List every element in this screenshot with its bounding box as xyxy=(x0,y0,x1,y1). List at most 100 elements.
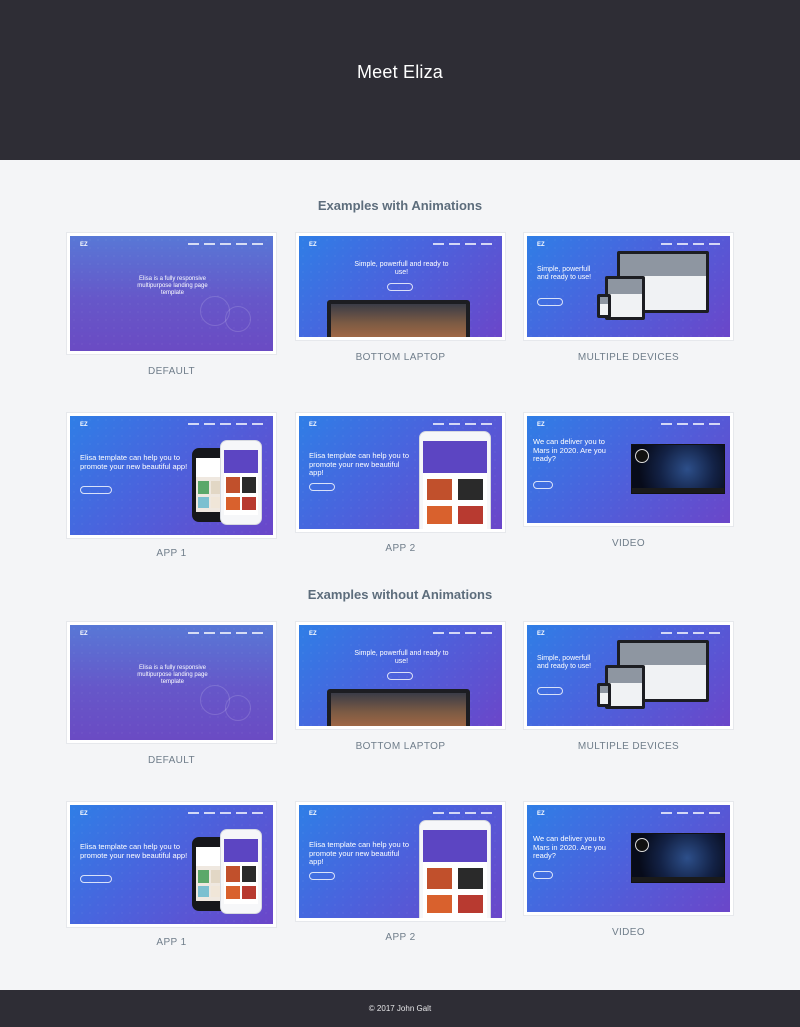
thumbnail-cta xyxy=(537,298,563,306)
example-card-video-static[interactable]: EZ We can deliver you to Mars in 2020. A… xyxy=(524,802,733,940)
laptop-graphic xyxy=(327,300,470,337)
thumbnail-cta xyxy=(309,483,335,491)
thumbnail-nav xyxy=(433,632,492,634)
logo: EZ xyxy=(80,242,88,248)
thumbnail-app1: EZ Elisa template can help you to promot… xyxy=(70,416,273,535)
thumbnail-headline: Elisa template can help you to promote y… xyxy=(80,453,188,471)
logo: EZ xyxy=(80,631,88,637)
example-card-bottom-laptop-animated[interactable]: EZ Simple, powerfull and ready to use! B… xyxy=(296,233,505,365)
thumbnail-nav xyxy=(433,243,492,245)
thumbnail-cta xyxy=(80,875,112,883)
hero-banner: Meet Eliza xyxy=(0,0,800,160)
section-title-no-animations: Examples without Animations xyxy=(307,587,493,602)
thumbnail-bottom-laptop: EZ Simple, powerfull and ready to use! xyxy=(299,625,502,726)
thumbnail-headline: Elisa template can help you to promote y… xyxy=(80,842,188,860)
thumbnail-frame: EZ Simple, powerfull and ready to use! xyxy=(296,622,505,729)
phone-graphic xyxy=(419,431,491,529)
thumbnail-nav xyxy=(188,423,263,425)
thumbnail-headline: Elisa is a fully responsive multipurpose… xyxy=(137,665,208,685)
thumbnail-frame: EZ We can deliver you to Mars in 2020. A… xyxy=(524,413,733,526)
thumbnail-headline: Simple, powerfull and ready to use! xyxy=(537,655,592,670)
tablet-graphic xyxy=(605,665,645,709)
thumbnail-frame: EZ We can deliver you to Mars in 2020. A… xyxy=(524,802,733,915)
phone-graphic xyxy=(220,440,262,525)
thumbnail-nav xyxy=(188,632,263,634)
thumbnail-cta xyxy=(309,872,335,880)
section-title-animations: Examples with Animations xyxy=(317,198,483,213)
logo: EZ xyxy=(537,631,545,637)
thumbnail-cta xyxy=(387,283,413,291)
thumbnail-frame: EZ Elisa is a fully responsive multipurp… xyxy=(67,233,276,354)
thumbnail-headline: Simple, powerfull and ready to use! xyxy=(537,266,592,281)
thumbnail-headline: Simple, powerfull and ready to use! xyxy=(354,261,449,276)
thumbnail-nav xyxy=(188,812,263,814)
example-card-default-static[interactable]: EZ Elisa is a fully responsive multipurp… xyxy=(67,622,276,767)
card-caption: BOTTOM LAPTOP xyxy=(355,741,446,752)
card-caption: APP 2 xyxy=(385,543,416,554)
thumbnail-app2: EZ Elisa template can help you to promot… xyxy=(299,416,502,529)
thumbnail-default: EZ Elisa is a fully responsive multipurp… xyxy=(70,625,273,740)
thumbnail-cta xyxy=(80,486,112,494)
thumbnail-cta xyxy=(533,481,553,489)
card-caption: APP 2 xyxy=(385,932,416,943)
card-caption: MULTIPLE DEVICES xyxy=(577,352,680,363)
example-card-app2-static[interactable]: EZ Elisa template can help you to promot… xyxy=(296,802,505,946)
thumbnail-frame: EZ Simple, powerfull and ready to use! xyxy=(524,622,733,729)
example-card-bottom-laptop-static[interactable]: EZ Simple, powerfull and ready to use! B… xyxy=(296,622,505,754)
thumbnail-cta xyxy=(533,871,553,879)
thumbnail-app2: EZ Elisa template can help you to promot… xyxy=(299,805,502,918)
tablet-graphic xyxy=(605,276,645,320)
logo: EZ xyxy=(309,631,317,637)
logo: EZ xyxy=(80,811,88,817)
thumbnail-headline: Elisa is a fully responsive multipurpose… xyxy=(137,276,208,296)
thumbnail-nav xyxy=(661,632,720,634)
logo: EZ xyxy=(537,811,545,817)
logo: EZ xyxy=(537,422,545,428)
copyright-text: © 2017 John Galt xyxy=(368,1004,432,1013)
example-card-app1-animated[interactable]: EZ Elisa template can help you to promot… xyxy=(67,413,276,563)
thumbnail-frame: EZ Elisa template can help you to promot… xyxy=(296,413,505,532)
example-card-multiple-devices-animated[interactable]: EZ Simple, powerfull and ready to use! M… xyxy=(524,233,733,365)
thumbnail-nav xyxy=(661,243,720,245)
thumbnail-headline: We can deliver you to Mars in 2020. Are … xyxy=(533,437,606,463)
example-card-default-animated[interactable]: EZ Elisa is a fully responsive multipurp… xyxy=(67,233,276,378)
phone-graphic xyxy=(597,294,611,318)
video-player-graphic xyxy=(631,833,725,883)
logo: EZ xyxy=(537,242,545,248)
thumbnail-nav xyxy=(433,423,492,425)
thumbnail-bottom-laptop: EZ Simple, powerfull and ready to use! xyxy=(299,236,502,337)
thumbnail-app1: EZ Elisa template can help you to promot… xyxy=(70,805,273,924)
thumbnail-frame: EZ Elisa template can help you to promot… xyxy=(67,802,276,927)
thumbnail-multiple-devices: EZ Simple, powerfull and ready to use! xyxy=(527,236,730,337)
thumbnail-nav xyxy=(433,812,492,814)
thumbnail-nav xyxy=(661,423,720,425)
example-card-video-animated[interactable]: EZ We can deliver you to Mars in 2020. A… xyxy=(524,413,733,551)
logo: EZ xyxy=(309,242,317,248)
example-card-multiple-devices-static[interactable]: EZ Simple, powerfull and ready to use! M… xyxy=(524,622,733,754)
card-caption: VIDEO xyxy=(611,927,646,938)
thumbnail-headline: Elisa template can help you to promote y… xyxy=(309,451,410,477)
thumbnail-headline: We can deliver you to Mars in 2020. Are … xyxy=(533,834,606,860)
phone-graphic xyxy=(419,820,491,918)
thumbnail-multiple-devices: EZ Simple, powerfull and ready to use! xyxy=(527,625,730,726)
logo: EZ xyxy=(309,811,317,817)
card-caption: DEFAULT xyxy=(147,366,196,377)
logo: EZ xyxy=(309,422,317,428)
page-title: Meet Eliza xyxy=(356,62,444,82)
thumbnail-headline: Simple, powerfull and ready to use! xyxy=(354,650,449,665)
card-caption: DEFAULT xyxy=(147,755,196,766)
card-caption: BOTTOM LAPTOP xyxy=(355,352,446,363)
thumbnail-frame: EZ Elisa template can help you to promot… xyxy=(296,802,505,921)
thumbnail-video: EZ We can deliver you to Mars in 2020. A… xyxy=(527,416,730,523)
card-caption: APP 1 xyxy=(156,548,187,559)
phone-graphic xyxy=(597,683,611,707)
logo: EZ xyxy=(80,422,88,428)
card-caption: MULTIPLE DEVICES xyxy=(577,741,680,752)
example-card-app1-static[interactable]: EZ Elisa template can help you to promot… xyxy=(67,802,276,952)
thumbnail-frame: EZ Elisa template can help you to promot… xyxy=(67,413,276,538)
phone-graphic xyxy=(220,829,262,914)
video-player-graphic xyxy=(631,444,725,494)
card-caption: APP 1 xyxy=(156,937,187,948)
example-card-app2-animated[interactable]: EZ Elisa template can help you to promot… xyxy=(296,413,505,557)
thumbnail-cta xyxy=(537,687,563,695)
